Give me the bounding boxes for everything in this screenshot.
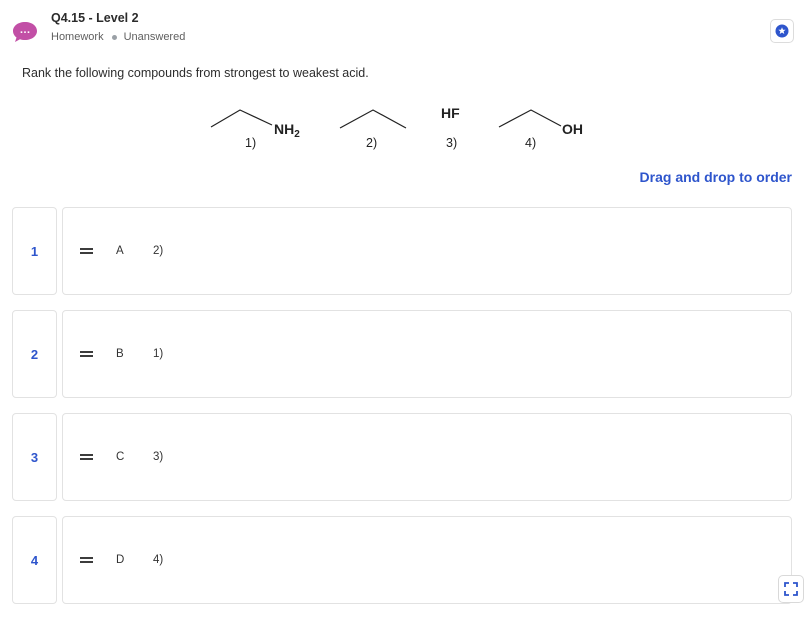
meta-separator-dot — [111, 34, 117, 40]
molecule-4-label: 4) — [525, 136, 536, 150]
molecule-3-formula: HF — [441, 105, 460, 121]
rank-number: 1 — [12, 207, 57, 295]
molecule-3-label: 3) — [446, 136, 457, 150]
expand-button[interactable] — [778, 575, 804, 603]
molecule-drawing: NH2 1) 2) HF 3) OH 4) — [210, 105, 583, 150]
choice-value: 3) — [153, 451, 164, 463]
question-header: … Q4.15 - Level 2 Homework Unanswered — [10, 8, 796, 48]
expand-icon — [784, 582, 798, 596]
molecule-2: 2) — [339, 109, 407, 150]
question-meta: Homework Unanswered — [51, 31, 185, 43]
star-badge-icon — [775, 24, 789, 38]
question-title: Q4.15 - Level 2 — [51, 11, 139, 25]
molecule-1-label: 1) — [245, 136, 256, 150]
drag-drop-instruction: Drag and drop to order — [639, 169, 792, 185]
molecule-3: HF 3) — [441, 105, 460, 150]
chat-bubble-glyph: … — [19, 24, 31, 36]
question-prompt: Rank the following compounds from strong… — [22, 66, 369, 80]
rank-row-3: 3 C 3) — [12, 413, 792, 501]
molecule-4: OH 4) — [498, 109, 583, 150]
question-type: Homework — [51, 31, 104, 43]
molecule-structures: NH2 1) 2) HF 3) OH 4) — [0, 95, 806, 165]
drag-handle-icon[interactable] — [80, 248, 93, 256]
rank-number: 2 — [12, 310, 57, 398]
choice-letter: A — [116, 245, 124, 257]
question-status: Unanswered — [123, 31, 186, 43]
molecule-2-label: 2) — [366, 136, 377, 150]
rank-row-2: 2 B 1) — [12, 310, 792, 398]
drag-handle-icon[interactable] — [80, 351, 93, 359]
molecule-1: NH2 1) — [210, 109, 300, 150]
draggable-choice-card[interactable]: B 1) — [62, 310, 792, 398]
drag-handle-icon[interactable] — [80, 454, 93, 462]
choice-value: 1) — [153, 348, 164, 360]
rank-row-4: 4 D 4) — [12, 516, 792, 604]
molecule-1-group: NH2 — [274, 121, 300, 140]
choice-letter: B — [116, 348, 124, 360]
bookmark-badge-button[interactable] — [770, 19, 794, 43]
rank-row-1: 1 A 2) — [12, 207, 792, 295]
chat-bubble-icon[interactable]: … — [12, 21, 38, 43]
draggable-choice-card[interactable]: A 2) — [62, 207, 792, 295]
choice-value: 4) — [153, 554, 164, 566]
choice-letter: C — [116, 451, 125, 463]
rank-number: 4 — [12, 516, 57, 604]
rank-number: 3 — [12, 413, 57, 501]
molecule-4-group: OH — [562, 121, 583, 137]
draggable-choice-card[interactable]: D 4) — [62, 516, 792, 604]
drag-handle-icon[interactable] — [80, 557, 93, 565]
draggable-choice-card[interactable]: C 3) — [62, 413, 792, 501]
choice-value: 2) — [153, 245, 164, 257]
choice-letter: D — [116, 554, 125, 566]
